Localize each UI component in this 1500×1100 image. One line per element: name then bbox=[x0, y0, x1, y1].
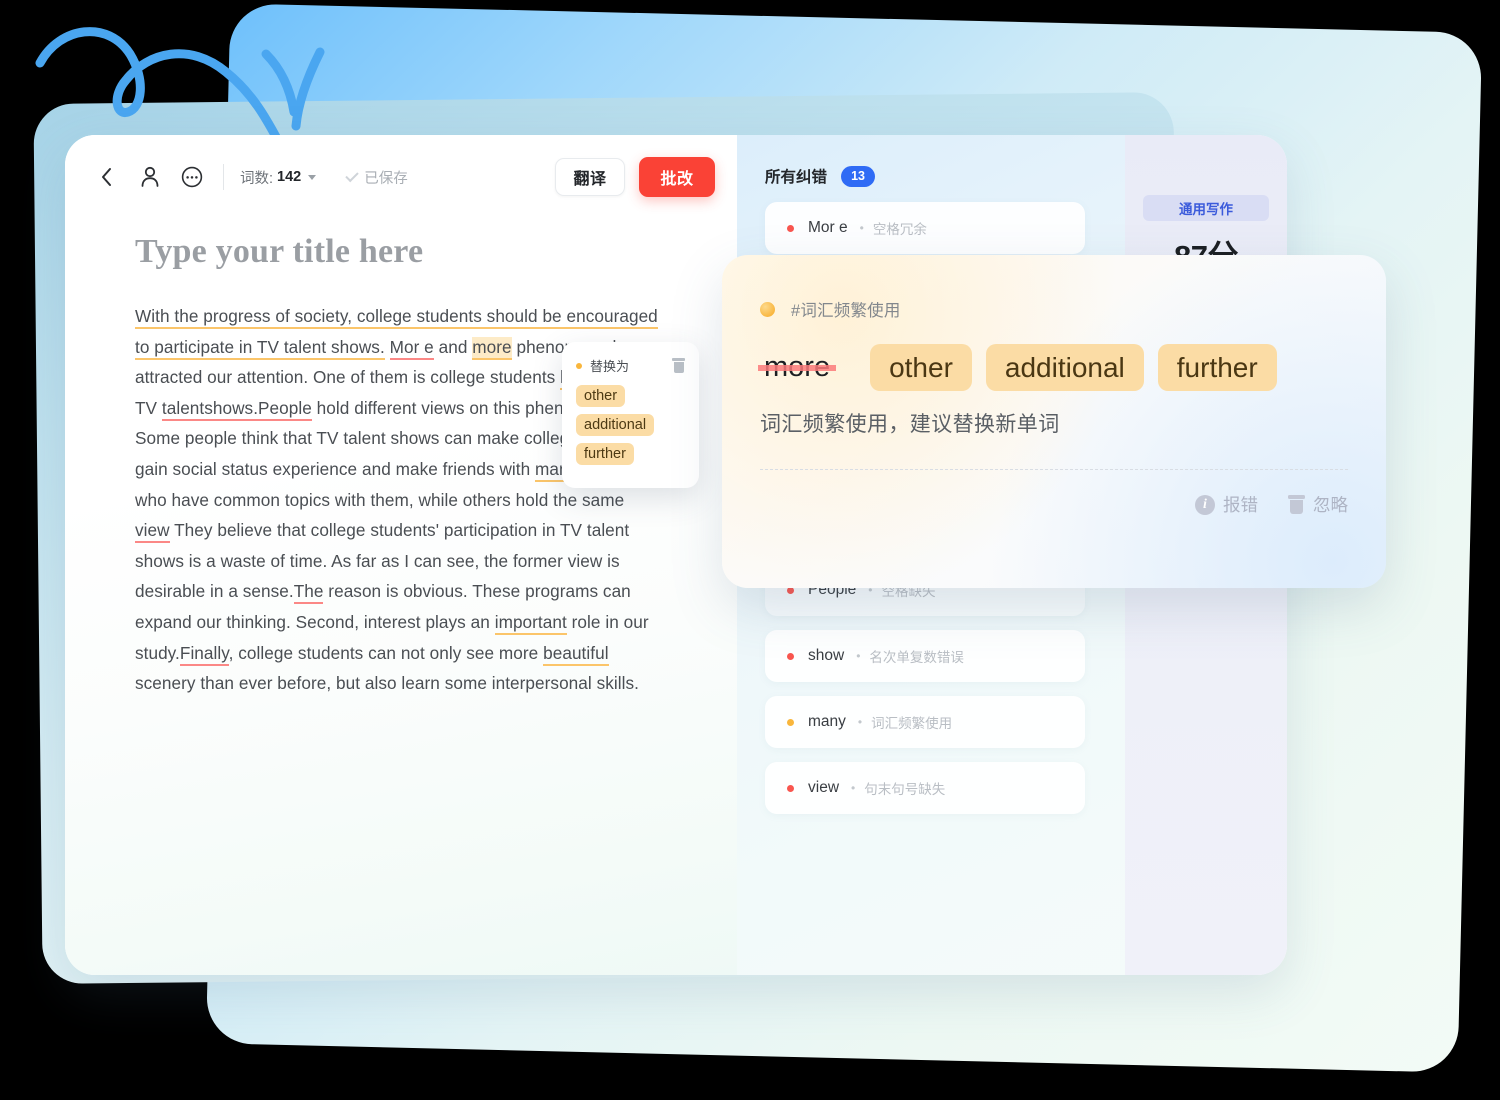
error-separator: • bbox=[859, 221, 864, 235]
doc-segment[interactable]: important bbox=[494, 611, 567, 635]
suggestion-chip[interactable]: additional bbox=[985, 343, 1144, 391]
more-circle-icon[interactable] bbox=[175, 160, 209, 194]
error-list-item[interactable]: Mor e • 空格冗余 bbox=[765, 202, 1085, 254]
error-type: 名次单复数错误 bbox=[869, 650, 964, 665]
doc-segment[interactable]: beautiful bbox=[543, 642, 609, 666]
inline-popup-heading-group: 替换为 bbox=[576, 356, 629, 375]
report-error-button[interactable]: i 报错 bbox=[1195, 492, 1258, 517]
detail-suggestion-chips: other additional further bbox=[870, 343, 1291, 391]
inline-popup-option[interactable]: additional bbox=[576, 414, 655, 436]
report-error-label: 报错 bbox=[1223, 495, 1258, 515]
suggestion-chip[interactable]: other bbox=[870, 343, 972, 391]
doc-segment: and bbox=[433, 336, 473, 357]
screenshot-root: 词数: 142 已保存 翻译 批改 Type your title here W… bbox=[0, 0, 1500, 1100]
severity-dot-icon bbox=[787, 784, 794, 792]
saved-status: 已保存 bbox=[345, 167, 408, 188]
inline-popup-option[interactable]: other bbox=[576, 385, 626, 407]
doc-segment[interactable]: view bbox=[135, 520, 170, 544]
correct-button[interactable]: 批改 bbox=[639, 157, 715, 197]
error-word: show bbox=[808, 647, 845, 664]
word-count-value: 142 bbox=[277, 169, 302, 185]
inline-popup-option[interactable]: further bbox=[576, 443, 634, 465]
error-type: 空格冗余 bbox=[872, 222, 927, 237]
error-type: 词汇频繁使用 bbox=[871, 716, 953, 731]
word-count-dropdown[interactable]: 词数: 142 bbox=[240, 167, 317, 188]
error-list-item[interactable]: many • 词汇频繁使用 bbox=[765, 696, 1085, 748]
saved-label: 已保存 bbox=[364, 170, 408, 187]
word-count-label: 词数: bbox=[240, 170, 274, 187]
inline-popup-heading: 替换为 bbox=[590, 359, 630, 374]
doc-segment[interactable]: The bbox=[293, 581, 324, 605]
error-type: 句末句号缺失 bbox=[864, 782, 946, 797]
trash-icon bbox=[1288, 495, 1305, 514]
editor-pane: 词数: 142 已保存 翻译 批改 Type your title here W… bbox=[65, 135, 737, 975]
inline-replace-popup: 替换为 other additional further bbox=[562, 342, 699, 488]
amber-dot-icon bbox=[760, 301, 775, 317]
detail-word-row: more other additional further bbox=[757, 343, 1348, 391]
suggestion-detail-card: #词汇频繁使用 more other additional further 词汇频繁… bbox=[722, 255, 1386, 588]
severity-dot-icon bbox=[787, 652, 794, 660]
inline-popup-header: 替换为 bbox=[576, 356, 685, 375]
ignore-label: 忽略 bbox=[1313, 495, 1348, 515]
severity-dot-icon bbox=[787, 224, 794, 232]
doc-segment bbox=[385, 337, 390, 357]
document-title[interactable]: Type your title here bbox=[135, 233, 737, 271]
person-icon[interactable] bbox=[133, 160, 167, 194]
ignore-button[interactable]: 忽略 bbox=[1288, 492, 1348, 517]
doc-segment[interactable]: Mor e bbox=[389, 336, 434, 360]
chevron-left-icon[interactable] bbox=[93, 160, 119, 194]
amber-dot-icon bbox=[576, 362, 582, 369]
chevron-down-icon bbox=[308, 174, 317, 180]
detail-divider bbox=[760, 469, 1348, 470]
score-tag-badge: 通用写作 bbox=[1143, 195, 1269, 221]
check-icon bbox=[345, 168, 359, 182]
translate-button[interactable]: 翻译 bbox=[555, 158, 625, 196]
detail-original-word: more bbox=[757, 351, 837, 384]
error-list-item[interactable]: view • 句末句号缺失 bbox=[765, 762, 1085, 814]
toolbar-divider bbox=[223, 164, 224, 190]
detail-actions: i 报错 忽略 bbox=[760, 492, 1348, 517]
detail-tag-row: #词汇频繁使用 bbox=[760, 297, 1348, 321]
error-separator: • bbox=[857, 715, 863, 729]
correction-panel-title: 所有纠错 bbox=[765, 169, 828, 186]
info-icon: i bbox=[1195, 494, 1215, 515]
doc-segment[interactable]: more bbox=[472, 336, 512, 360]
suggestion-chip[interactable]: further bbox=[1157, 343, 1277, 391]
error-separator: • bbox=[856, 649, 861, 663]
doc-segment: , college students can not only see more bbox=[228, 642, 544, 663]
error-word: many bbox=[808, 713, 846, 730]
severity-dot-icon bbox=[787, 718, 794, 726]
error-separator: • bbox=[851, 781, 856, 795]
inline-popup-options: other additional further bbox=[576, 385, 685, 472]
error-list-item[interactable]: show • 名次单复数错误 bbox=[765, 630, 1085, 682]
editor-toolbar: 词数: 142 已保存 翻译 批改 bbox=[65, 135, 737, 219]
error-word: Mor e bbox=[808, 219, 848, 236]
correction-count-badge: 13 bbox=[841, 165, 876, 187]
doc-segment[interactable]: Finally bbox=[179, 642, 229, 666]
error-word: view bbox=[808, 779, 840, 796]
trash-icon[interactable] bbox=[672, 358, 685, 373]
detail-description: 词汇频繁使用，建议替换新单词 bbox=[760, 413, 1060, 436]
doc-segment[interactable]: talentshows. bbox=[161, 397, 259, 421]
detail-category-tag: #词汇频繁使用 bbox=[791, 302, 901, 320]
doc-segment: scenery than ever before, but also learn… bbox=[135, 673, 639, 694]
doc-segment[interactable]: People bbox=[258, 397, 312, 421]
